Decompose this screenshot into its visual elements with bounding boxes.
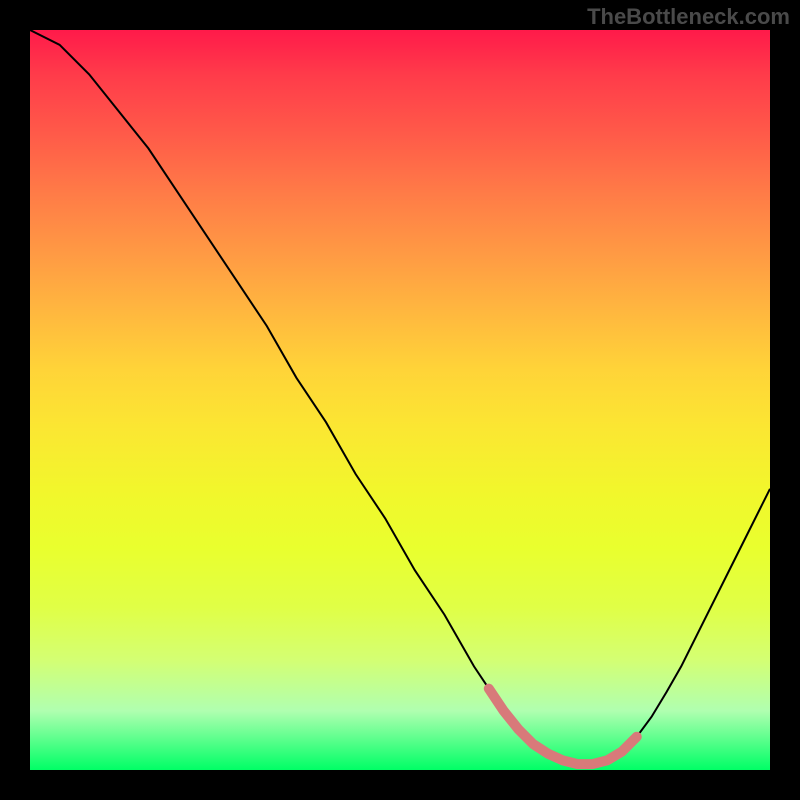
curve-svg	[30, 30, 770, 770]
plot-area	[30, 30, 770, 770]
chart-container: TheBottleneck.com	[0, 0, 800, 800]
watermark-text: TheBottleneck.com	[587, 4, 790, 30]
optimal-zone-highlight	[489, 689, 637, 764]
bottleneck-curve	[30, 30, 770, 764]
